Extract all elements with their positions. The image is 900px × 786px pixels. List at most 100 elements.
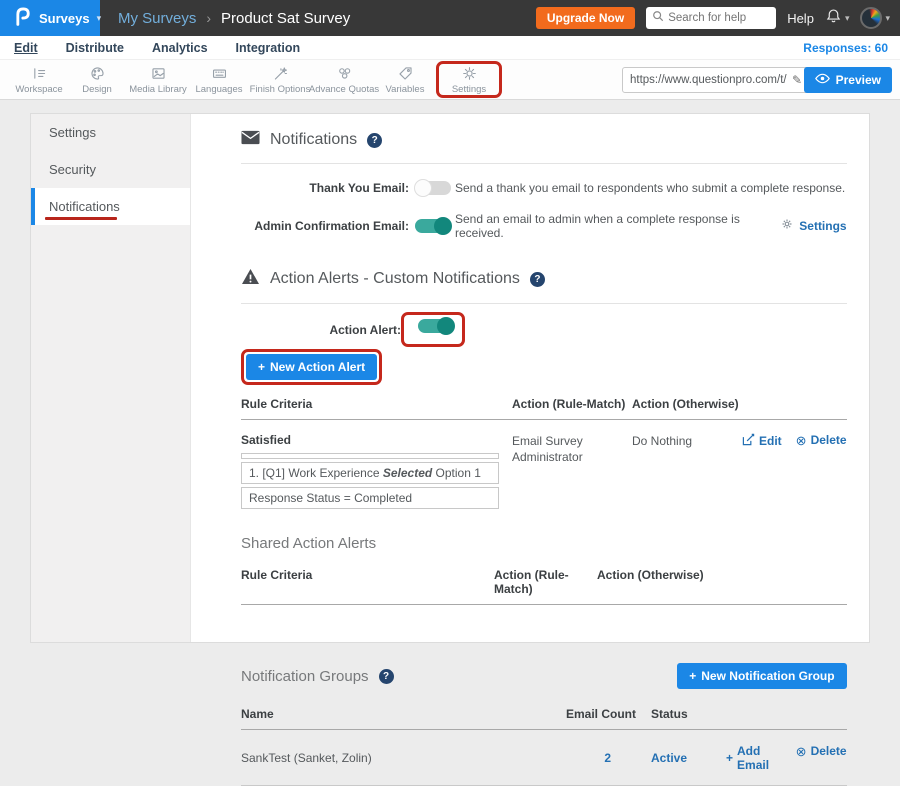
questionpro-logo-icon [12, 5, 32, 32]
thank-you-email-description: Send a thank you email to respondents wh… [455, 181, 847, 195]
notification-groups-heading: Notification Groups ? [241, 668, 394, 685]
help-icon[interactable]: ? [367, 133, 382, 148]
toolbar-item-languages[interactable]: Languages [190, 65, 248, 95]
action-alert-table-row: Satisfied 1. [Q1] Work Experience Select… [241, 433, 847, 509]
upgrade-now-button[interactable]: Upgrade Now [536, 7, 635, 29]
divider [241, 303, 847, 304]
row-actions: + Add Email ⊗ Delete [726, 744, 847, 772]
settings-link[interactable]: Settings [799, 219, 846, 233]
group-status-link[interactable]: Active [651, 751, 726, 765]
tab-integration[interactable]: Integration [236, 41, 301, 55]
chevron-down-icon: ▾ [845, 13, 850, 24]
delete-action-alert-link[interactable]: ⊗ Delete [796, 433, 847, 447]
delete-circle-icon: ⊗ [796, 745, 807, 758]
image-icon [150, 65, 167, 82]
sidebar-item-security[interactable]: Security [31, 151, 190, 188]
gear-icon [461, 65, 478, 82]
tab-distribute[interactable]: Distribute [66, 41, 124, 55]
envelope-icon [241, 130, 260, 150]
group-email-count-link[interactable]: 2 [566, 751, 651, 765]
annotation-notifications-underline [45, 217, 117, 221]
toolbar-item-design[interactable]: Design [68, 65, 126, 95]
action-otherwise-cell: Do Nothing [632, 433, 742, 509]
divider [241, 163, 847, 164]
col-action-otherwise: Action (Otherwise) [632, 397, 742, 411]
edit-toolbar: Workspace Design Media Library Languages… [0, 60, 900, 100]
eye-icon [815, 73, 830, 87]
settings-panel: Settings Security Notifications Notifi [30, 113, 870, 643]
sidebar-item-notifications[interactable]: Notifications [31, 188, 190, 225]
edit-url-icon[interactable]: ✎ [792, 73, 802, 87]
thank-you-email-toggle[interactable] [415, 181, 451, 195]
keyboard-icon [211, 65, 228, 82]
sidebar-item-settings[interactable]: Settings [31, 114, 190, 151]
content-area: Settings Security Notifications Notifi [0, 100, 900, 655]
new-notification-group-button[interactable]: + New Notification Group [677, 663, 846, 689]
col-status: Status [651, 707, 726, 721]
tab-analytics[interactable]: Analytics [152, 41, 208, 55]
admin-confirmation-email-row: Admin Confirmation Email: Send an email … [241, 212, 847, 240]
plus-icon: + [689, 669, 696, 683]
product-switcher-label: Surveys [39, 11, 90, 26]
warning-icon [241, 268, 260, 290]
chevron-right-icon: › [206, 10, 211, 26]
topbar: Surveys ▾ My Surveys › Product Sat Surve… [0, 0, 900, 36]
annotation-settings-highlight: Settings [436, 61, 502, 98]
notifications-heading: Notifications ? [241, 130, 847, 150]
toolbar-item-variables[interactable]: Variables [376, 65, 434, 95]
new-action-alert-button[interactable]: + New Action Alert [246, 354, 377, 380]
chain-links-icon [336, 65, 353, 82]
rule-status: Satisfied [241, 433, 512, 447]
edit-pencil-icon [742, 433, 755, 449]
avatar [860, 7, 882, 29]
action-alerts-heading: Action Alerts - Custom Notifications ? [241, 268, 847, 290]
col-rule-criteria: Rule Criteria [241, 397, 512, 411]
new-action-alert-row: + New Action Alert [241, 347, 847, 385]
delete-group-link[interactable]: ⊗ Delete [796, 744, 847, 758]
preview-button[interactable]: Preview [804, 67, 892, 93]
edit-action-alert-link[interactable]: Edit [742, 433, 782, 449]
action-alert-toggle[interactable] [418, 319, 454, 333]
toolbar-item-workspace[interactable]: Workspace [10, 65, 68, 95]
notification-groups-title: Notification Groups [241, 668, 369, 685]
col-action-rule-match: Action (Rule-Match) [512, 397, 632, 411]
toolbar-item-finish-options[interactable]: Finish Options [248, 65, 312, 95]
toolbar-item-advance-quotas[interactable]: Advance Quotas [312, 65, 376, 95]
criteria-item[interactable]: Response Status = Completed [241, 487, 499, 509]
admin-confirmation-settings[interactable]: Settings [781, 217, 846, 235]
tab-edit[interactable]: Edit [14, 41, 38, 55]
help-icon[interactable]: ? [379, 669, 394, 684]
admin-confirmation-toggle[interactable] [415, 219, 451, 233]
notifications-menu[interactable]: ▾ [825, 7, 850, 30]
toolbar-item-media-library[interactable]: Media Library [126, 65, 190, 95]
wand-icon [272, 65, 289, 82]
group-name: SankTest (Sanket, Zolin) [241, 750, 566, 766]
criteria-item[interactable]: 1. [Q1] Work Experience Selected Option … [241, 462, 499, 484]
help-icon[interactable]: ? [530, 272, 545, 287]
group-table-row: SankTest (Sanket, Zolin) 2 Active + Add … [241, 730, 847, 786]
breadcrumb: My Surveys › Product Sat Survey [118, 10, 350, 27]
product-switcher[interactable]: Surveys ▾ [0, 0, 100, 36]
responses-count[interactable]: Responses: 60 [803, 41, 888, 55]
survey-url-value: https://www.questionpro.com/t/. [630, 74, 787, 86]
help-link[interactable]: Help [787, 11, 814, 26]
toolbar-item-settings[interactable]: Settings [440, 65, 498, 95]
breadcrumb-my-surveys[interactable]: My Surveys [118, 10, 196, 27]
groups-table-header: Name Email Count Status [241, 707, 847, 730]
workspace-icon [31, 65, 48, 82]
add-email-link[interactable]: + Add Email [726, 744, 782, 772]
annotation-action-alert-highlight [401, 312, 465, 347]
section-title: Notifications [270, 131, 357, 149]
chevron-down-icon: ▾ [885, 13, 890, 24]
help-search-input[interactable] [668, 12, 770, 24]
chevron-down-icon: ▾ [97, 13, 102, 24]
topbar-right: Upgrade Now Help ▾ ▾ [536, 0, 890, 36]
help-search[interactable] [646, 7, 776, 29]
notifications-main: Notifications ? Thank You Email: Send a … [191, 114, 879, 642]
shared-action-alerts-title: Shared Action Alerts [241, 535, 847, 552]
action-alert-toggle-row: Action Alert: [241, 312, 847, 347]
tag-icon [397, 65, 414, 82]
account-menu[interactable]: ▾ [860, 7, 890, 29]
survey-url-field[interactable]: https://www.questionpro.com/t/. ✎ [622, 67, 810, 93]
breadcrumb-current-survey: Product Sat Survey [221, 10, 350, 27]
